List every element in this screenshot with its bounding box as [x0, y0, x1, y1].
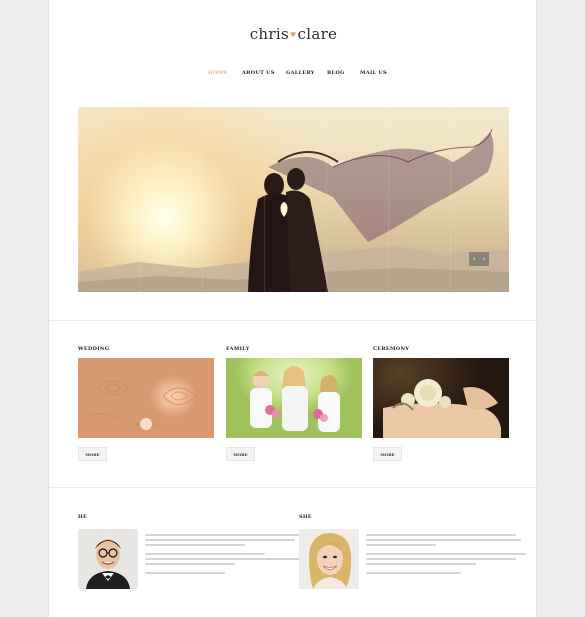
she-title: SHE: [299, 514, 313, 520]
nav-item-blog[interactable]: BLOG: [327, 70, 345, 76]
card-image-corsage[interactable]: [373, 358, 509, 438]
main-nav: HOME ABOUT US GALLERY BLOG MAIL US: [49, 70, 538, 80]
card-image-family[interactable]: [226, 358, 362, 438]
roses-image: [87, 380, 197, 431]
section-divider: [49, 320, 538, 321]
groom-portrait-image: [78, 529, 138, 589]
ceremony-more-button[interactable]: MORE: [373, 447, 402, 461]
logo-text-right: clare: [297, 25, 338, 43]
page-container: chris♥clare HOME ABOUT US GALLERY BLOG M…: [48, 0, 538, 617]
family-more-button[interactable]: MORE: [226, 447, 255, 461]
she-avatar: [299, 529, 359, 589]
logo-text-left: chris: [249, 25, 289, 43]
site-logo[interactable]: chris♥clare: [49, 25, 538, 43]
section-divider: [49, 487, 538, 488]
card-title-family: FAMILY: [226, 346, 250, 352]
corsage-image: [383, 379, 501, 438]
nav-item-home[interactable]: HOME: [208, 70, 228, 76]
chevron-right-icon[interactable]: ›: [483, 255, 486, 263]
heart-icon: ♥: [289, 31, 297, 39]
card-title-ceremony: CEREMONY: [373, 346, 410, 352]
card-image-roses[interactable]: [78, 358, 214, 438]
she-bio-text: [366, 534, 526, 577]
family-image: [250, 366, 340, 432]
slider-controls[interactable]: ‹ ›: [469, 252, 489, 266]
hero-grid-overlay: [78, 107, 509, 292]
hero-slider[interactable]: ‹ ›: [78, 107, 509, 292]
he-avatar: [78, 529, 138, 589]
he-bio-text: [145, 534, 305, 577]
chevron-left-icon[interactable]: ‹: [473, 255, 476, 263]
he-title: HE: [78, 514, 88, 520]
bride-portrait-image: [299, 529, 359, 589]
nav-item-about-us[interactable]: ABOUT US: [242, 70, 275, 76]
wedding-more-button[interactable]: MORE: [78, 447, 107, 461]
card-title-wedding: WEDDING: [78, 346, 110, 352]
nav-item-mail-us[interactable]: MAIL US: [360, 70, 387, 76]
nav-item-gallery[interactable]: GALLERY: [286, 70, 315, 76]
